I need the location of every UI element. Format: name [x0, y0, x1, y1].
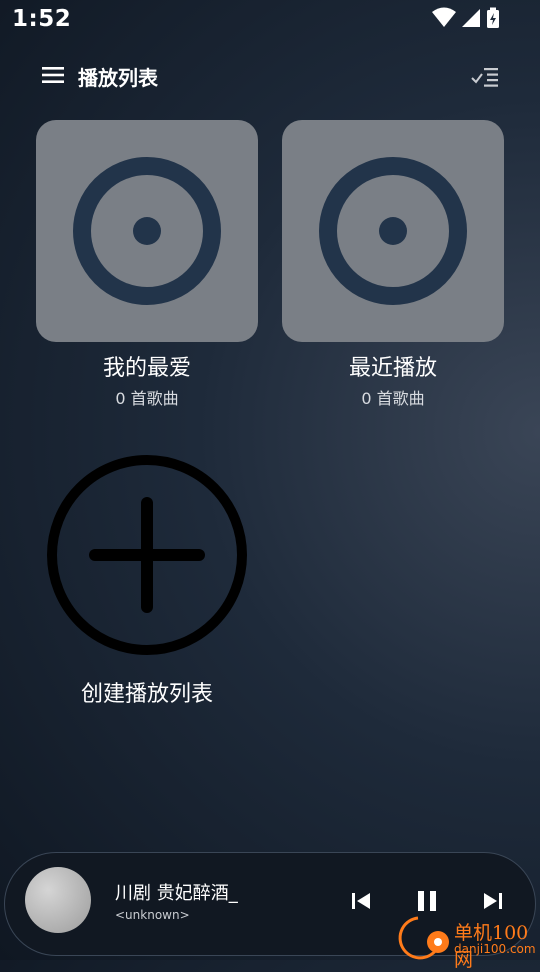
album-art-thumbnail[interactable] — [25, 867, 91, 933]
playlist-card-favorites[interactable]: 我的最爱 0 首歌曲 — [36, 120, 258, 408]
playlist-art — [36, 120, 258, 342]
skip-previous-icon — [352, 893, 370, 909]
add-circle-icon — [47, 455, 247, 655]
disc-icon — [73, 157, 221, 305]
app-header: 播放列表 — [0, 56, 540, 98]
watermark-logo: 单机100网 danji100.com — [388, 914, 540, 971]
status-time: 1:52 — [12, 6, 72, 32]
skip-previous-button[interactable] — [349, 889, 373, 913]
playlist-song-count: 0 首歌曲 — [361, 389, 425, 408]
pause-icon — [418, 891, 436, 911]
signal-icon — [462, 9, 480, 27]
playlist-art — [282, 120, 504, 342]
page-title: 播放列表 — [78, 66, 158, 90]
track-artist: <unknown> — [115, 908, 190, 922]
battery-charging-icon — [487, 7, 499, 28]
create-playlist-label[interactable]: 创建播放列表 — [40, 676, 254, 708]
pause-button[interactable] — [415, 889, 439, 913]
create-playlist-button[interactable] — [45, 453, 249, 657]
watermark-icon — [398, 916, 449, 960]
skip-next-button[interactable] — [481, 889, 505, 913]
playlist-title: 最近播放 — [348, 356, 437, 381]
watermark-url: danji100.com — [454, 942, 536, 956]
playlist-card-recent[interactable]: 最近播放 0 首歌曲 — [282, 120, 504, 408]
menu-icon[interactable] — [40, 65, 66, 85]
track-title[interactable]: 川剧 贵妃醉酒_ — [115, 879, 238, 905]
wifi-icon — [432, 7, 456, 27]
sort-checklist-icon[interactable] — [470, 65, 500, 89]
status-icons — [432, 7, 502, 29]
playlist-title: 我的最爱 — [102, 356, 191, 381]
disc-icon — [319, 157, 467, 305]
playlist-song-count: 0 首歌曲 — [115, 389, 179, 408]
skip-next-icon — [484, 893, 502, 909]
status-bar: 1:52 — [0, 0, 540, 38]
